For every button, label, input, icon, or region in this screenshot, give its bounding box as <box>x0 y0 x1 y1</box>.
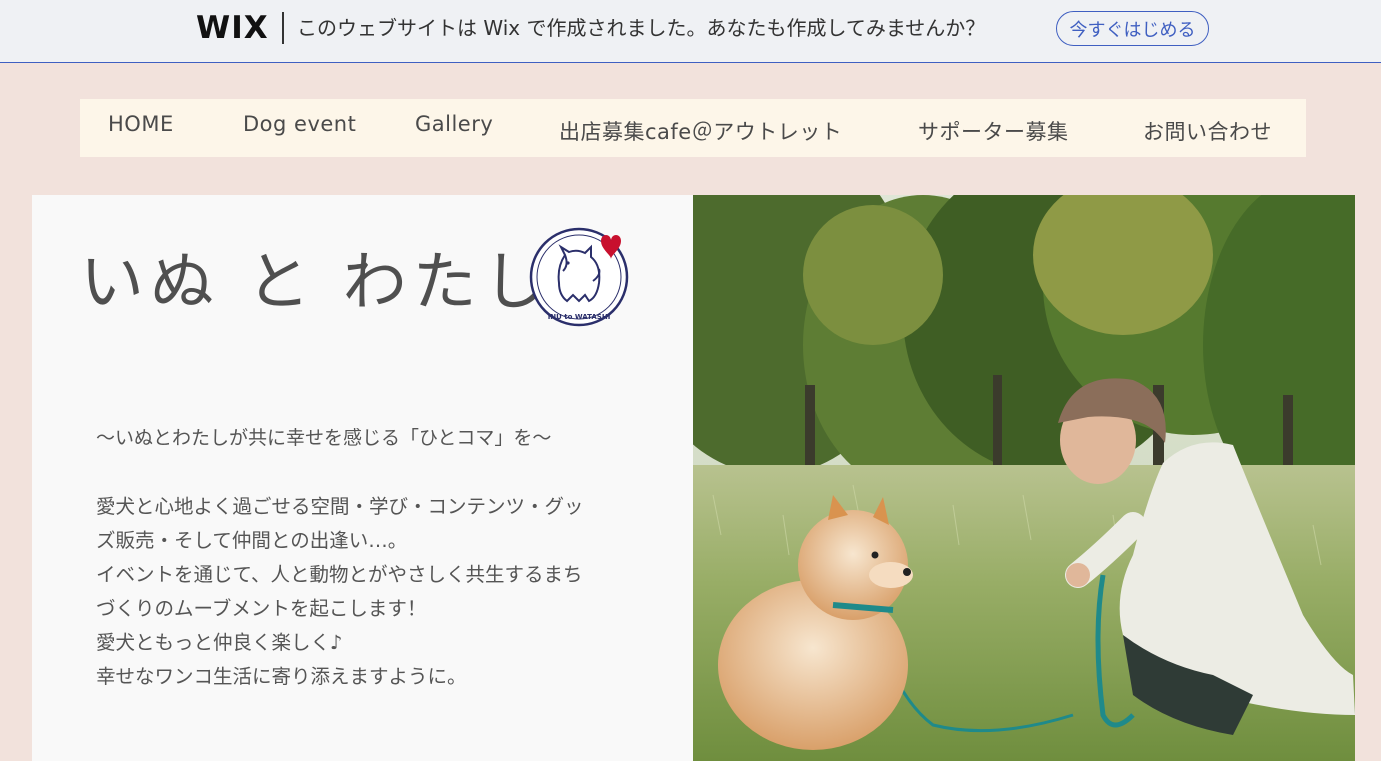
nav-item-label: サポーター募集 <box>918 120 1069 144</box>
wix-promo-message: このウェブサイトは Wix で作成されました。あなたも作成してみませんか？ <box>297 16 986 40</box>
intro-description: 愛犬と心地よく過ごせる空間・学び・コンテンツ・グッ ズ販売・そして仲間との出逢い… <box>96 490 656 694</box>
nav-item-label: Gallery <box>415 112 494 136</box>
description-line: イベントを通じて、人と動物とがやさしく共生するまち <box>96 563 583 586</box>
start-now-button[interactable]: 今すぐはじめる <box>1056 11 1209 46</box>
nav-item-gallery[interactable]: Gallery <box>415 99 493 157</box>
hero-photo <box>693 195 1355 761</box>
description-line: 愛犬と心地よく過ごせる空間・学び・コンテンツ・グッ <box>96 495 584 518</box>
intro-panel: いぬ と わたし INU to WATASHI 〜いぬとわたしが共に幸せを感じる… <box>32 195 693 761</box>
nav-item-contact[interactable]: お問い合わせ <box>1143 99 1278 157</box>
inu-to-watashi-logo-icon: INU to WATASHI <box>529 225 631 329</box>
tagline: 〜いぬとわたしが共に幸せを感じる「ひとコマ」を〜 <box>96 427 552 449</box>
nav-item-label: 出店募集cafe＠アウトレット <box>559 120 843 144</box>
description-line: づくりのムーブメントを起こします！ <box>96 597 427 620</box>
description-line: ズ販売・そして仲間との出逢い…。 <box>96 529 408 552</box>
nav-item-home[interactable]: HOME <box>108 99 178 157</box>
wix-promo-banner: WIX このウェブサイトは Wix で作成されました。あなたも作成してみませんか… <box>0 0 1381 63</box>
main-navigation: HOME Dog event Gallery 出店募集cafe＠アウトレット サ… <box>80 99 1306 157</box>
nav-item-cafe-outlet[interactable]: 出店募集cafe＠アウトレット <box>559 99 851 157</box>
description-line: 愛犬ともっと仲良く楽しく♪ <box>96 631 343 654</box>
description-line: 幸せなワンコ生活に寄り添えますように。 <box>96 665 467 688</box>
wix-logo[interactable]: WIX <box>196 10 269 46</box>
nav-item-dog-event[interactable]: Dog event <box>243 99 356 157</box>
nav-item-label: HOME <box>108 112 174 136</box>
photo-woman-with-pomeranian-icon <box>693 195 1355 761</box>
logo-lettering: INU to WATASHI <box>548 313 611 321</box>
nav-item-label: お問い合わせ <box>1143 120 1272 144</box>
nav-item-supporter[interactable]: サポーター募集 <box>918 99 1078 157</box>
site-title: いぬ と わたし <box>80 246 553 320</box>
nav-item-label: Dog event <box>243 112 357 136</box>
banner-divider <box>282 12 284 44</box>
